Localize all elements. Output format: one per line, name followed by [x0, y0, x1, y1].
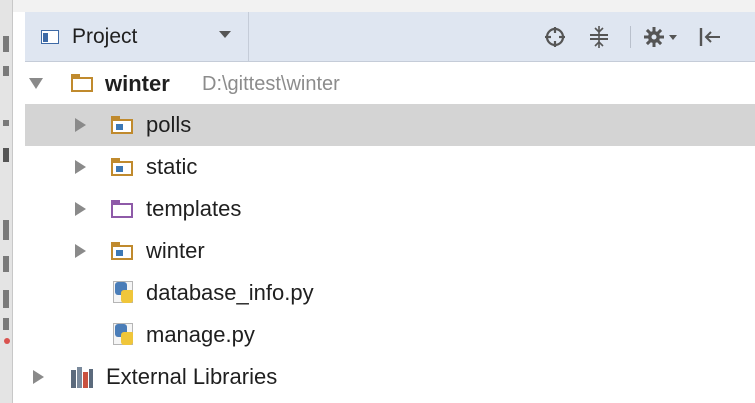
python-file-icon	[112, 281, 136, 303]
folder-icon	[110, 114, 134, 136]
python-file-icon	[112, 323, 136, 345]
settings-button[interactable]	[641, 22, 681, 52]
tree-item-label: templates	[146, 196, 242, 221]
left-tool-window-strip[interactable]	[0, 0, 13, 403]
tree-item-label: winter	[146, 238, 205, 263]
window-top-edge	[13, 0, 755, 12]
tool-window-tab[interactable]	[3, 66, 9, 76]
tree-root-winter[interactable]: winter D:\gittest\winter	[25, 62, 755, 104]
tree-item-external-libraries[interactable]: External Libraries	[25, 356, 755, 398]
tree-item-static[interactable]: static	[25, 146, 755, 188]
folder-icon	[110, 240, 134, 262]
error-indicator-icon	[4, 338, 10, 344]
chevron-down-icon	[219, 31, 231, 38]
locate-button[interactable]	[540, 22, 570, 52]
tool-window-tab[interactable]	[3, 220, 9, 240]
folder-icon	[110, 156, 134, 178]
templates-folder-icon	[110, 198, 134, 220]
expand-arrow-icon[interactable]	[33, 370, 44, 384]
tree-item-label: polls	[146, 112, 192, 137]
tool-window-tab[interactable]	[3, 120, 9, 126]
locate-icon	[545, 27, 565, 47]
expand-arrow-icon[interactable]	[29, 78, 43, 89]
folder-icon	[70, 72, 94, 94]
tree-item-label: database_info.py	[146, 280, 314, 305]
tree-item-database-info-py[interactable]: database_info.py	[25, 272, 755, 314]
root-label: winter	[105, 71, 170, 96]
tree-item-label: static	[146, 154, 198, 179]
tree-item-label: manage.py	[146, 322, 255, 347]
tree-item-polls[interactable]: polls	[25, 104, 755, 146]
hide-icon	[699, 28, 720, 46]
collapse-all-button[interactable]	[584, 22, 614, 52]
tree-item-label: External Libraries	[106, 364, 278, 389]
toolbar-divider	[630, 26, 631, 48]
tool-window-tab[interactable]	[3, 36, 9, 52]
expand-arrow-icon[interactable]	[75, 160, 86, 174]
collapse-all-icon	[590, 26, 608, 48]
expand-arrow-icon[interactable]	[75, 202, 86, 216]
project-view-icon	[40, 28, 62, 46]
expand-arrow-icon[interactable]	[75, 118, 86, 132]
tree-item-manage-py[interactable]: manage.py	[25, 314, 755, 356]
tool-window-tab[interactable]	[3, 148, 9, 162]
view-title: Project	[72, 24, 138, 48]
tool-window-tab[interactable]	[3, 318, 9, 330]
header-separator	[248, 12, 249, 61]
libraries-icon	[70, 366, 94, 388]
hide-panel-button[interactable]	[695, 22, 725, 52]
tool-window-tab[interactable]	[3, 256, 9, 272]
root-path: D:\gittest\winter	[202, 73, 340, 95]
tool-window-tab[interactable]	[3, 290, 9, 308]
expand-arrow-icon[interactable]	[75, 244, 86, 258]
project-tool-window-header: Project	[25, 12, 755, 62]
settings-icon	[644, 27, 677, 47]
project-view-selector[interactable]: Project	[25, 12, 248, 61]
tree-item-winter[interactable]: winter	[25, 230, 755, 272]
tree-item-templates[interactable]: templates	[25, 188, 755, 230]
